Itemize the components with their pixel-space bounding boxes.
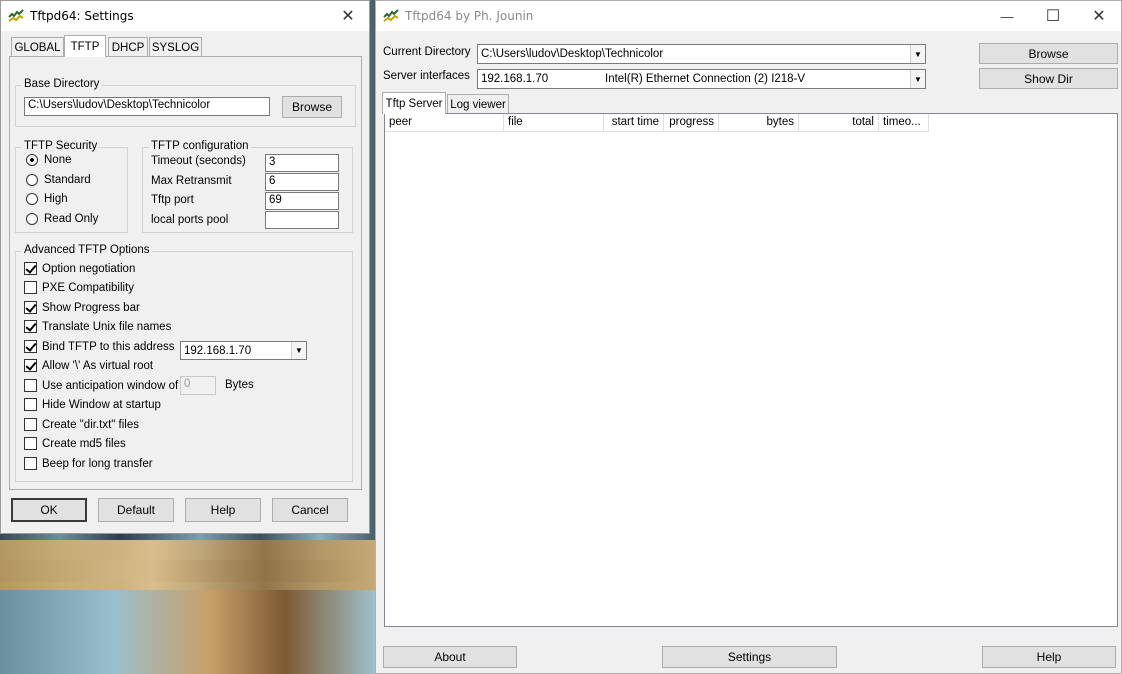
tftpd-app-icon	[8, 9, 24, 22]
main-window: Tftpd64 by Ph. Jounin — ☐ ✕ Current Dire…	[375, 0, 1122, 674]
local-ports-pool-input[interactable]	[265, 211, 339, 229]
main-help-button[interactable]: Help	[982, 646, 1116, 668]
checkbox-icon	[24, 340, 37, 353]
show-dir-button[interactable]: Show Dir	[979, 68, 1118, 89]
tab-global[interactable]: GLOBAL	[11, 37, 64, 57]
radio-icon	[26, 213, 38, 225]
column-total[interactable]: total	[799, 114, 879, 132]
transfers-list-header: peer file start time progress bytes tota…	[385, 114, 929, 132]
server-interfaces-select[interactable]: 192.168.1.70 Intel(R) Ethernet Connectio…	[477, 69, 926, 89]
tftp-tab-panel: Base Directory C:\Users\ludov\Desktop\Te…	[9, 56, 362, 490]
main-browse-button[interactable]: Browse	[979, 43, 1118, 64]
main-window-title: Tftpd64 by Ph. Jounin	[405, 9, 534, 23]
create-dir-txt-checkbox[interactable]: Create "dir.txt" files	[24, 418, 139, 431]
settings-window: Tftpd64: Settings ✕ GLOBAL TFTP DHCP SYS…	[0, 0, 370, 534]
tab-log-viewer[interactable]: Log viewer	[447, 94, 509, 114]
tftp-configuration-legend: TFTP configuration	[149, 140, 251, 152]
security-radio-none[interactable]: None	[26, 154, 72, 166]
about-button[interactable]: About	[383, 646, 517, 668]
ok-button[interactable]: OK	[11, 498, 87, 522]
tftp-security-legend: TFTP Security	[22, 140, 100, 152]
main-titlebar[interactable]: Tftpd64 by Ph. Jounin — ☐ ✕	[376, 1, 1121, 31]
column-bytes[interactable]: bytes	[719, 114, 799, 132]
anticipation-window-input[interactable]: 0	[180, 376, 216, 395]
security-radio-standard[interactable]: Standard	[26, 174, 91, 186]
chevron-down-icon[interactable]: ▼	[291, 342, 306, 359]
column-progress[interactable]: progress	[664, 114, 719, 132]
checkbox-icon	[24, 457, 37, 470]
security-radio-high[interactable]: High	[26, 193, 68, 205]
tftp-port-label: Tftp port	[151, 194, 194, 206]
tab-tftp[interactable]: TFTP	[64, 35, 106, 57]
column-file[interactable]: file	[504, 114, 604, 132]
close-icon: ✕	[341, 8, 355, 25]
base-directory-legend: Base Directory	[22, 78, 102, 90]
create-md5-checkbox[interactable]: Create md5 files	[24, 437, 126, 450]
tftpd-app-icon	[383, 9, 399, 22]
settings-close-button[interactable]: ✕	[325, 1, 371, 31]
tab-syslog[interactable]: SYSLOG	[149, 37, 202, 57]
tab-tftp-server[interactable]: Tftp Server	[382, 92, 446, 114]
anticipation-window-checkbox[interactable]: Use anticipation window of	[24, 379, 178, 392]
timeout-label: Timeout (seconds)	[151, 155, 246, 167]
checkbox-icon	[24, 359, 37, 372]
anticipation-unit-label: Bytes	[225, 379, 254, 391]
bind-tftp-address-checkbox[interactable]: Bind TFTP to this address	[24, 340, 175, 353]
radio-icon	[26, 154, 38, 166]
checkbox-icon	[24, 281, 37, 294]
checkbox-icon	[24, 320, 37, 333]
timeout-input[interactable]: 3	[265, 154, 339, 172]
chevron-down-icon[interactable]: ▼	[910, 45, 925, 63]
tab-dhcp[interactable]: DHCP	[108, 37, 148, 57]
minimize-button[interactable]: —	[984, 1, 1030, 31]
checkbox-icon	[24, 398, 37, 411]
main-close-button[interactable]: ✕	[1076, 1, 1122, 31]
hide-window-checkbox[interactable]: Hide Window at startup	[24, 398, 161, 411]
translate-unix-names-checkbox[interactable]: Translate Unix file names	[24, 320, 171, 333]
checkbox-icon	[24, 379, 37, 392]
close-icon: ✕	[1092, 8, 1106, 25]
current-directory-select[interactable]: C:\Users\ludov\Desktop\Technicolor ▼	[477, 44, 926, 64]
maximize-icon: ☐	[1045, 8, 1061, 25]
current-directory-label: Current Directory	[383, 46, 471, 58]
pxe-compatibility-checkbox[interactable]: PXE Compatibility	[24, 281, 134, 294]
checkbox-icon	[24, 418, 37, 431]
checkbox-icon	[24, 437, 37, 450]
cancel-button[interactable]: Cancel	[272, 498, 348, 522]
advanced-options-legend: Advanced TFTP Options	[22, 244, 152, 256]
radio-icon	[26, 174, 38, 186]
allow-virtual-root-checkbox[interactable]: Allow '\' As virtual root	[24, 359, 153, 372]
minimize-icon: —	[1000, 8, 1014, 24]
settings-titlebar[interactable]: Tftpd64: Settings ✕	[1, 1, 369, 31]
local-ports-pool-label: local ports pool	[151, 214, 229, 226]
column-timeout[interactable]: timeo...	[879, 114, 929, 132]
base-directory-input[interactable]: C:\Users\ludov\Desktop\Technicolor	[24, 97, 270, 116]
default-button[interactable]: Default	[98, 498, 174, 522]
chevron-down-icon[interactable]: ▼	[910, 70, 925, 88]
checkbox-icon	[24, 262, 37, 275]
max-retransmit-input[interactable]: 6	[265, 173, 339, 191]
checkbox-icon	[24, 301, 37, 314]
option-negotiation-checkbox[interactable]: Option negotiation	[24, 262, 135, 275]
beep-long-transfer-checkbox[interactable]: Beep for long transfer	[24, 457, 153, 470]
server-interfaces-label: Server interfaces	[383, 70, 470, 82]
radio-icon	[26, 193, 38, 205]
column-start-time[interactable]: start time	[604, 114, 664, 132]
column-peer[interactable]: peer	[385, 114, 504, 132]
bind-address-select[interactable]: 192.168.1.70 ▼	[180, 341, 307, 360]
tftp-port-input[interactable]: 69	[265, 192, 339, 210]
max-retransmit-label: Max Retransmit	[151, 175, 232, 187]
maximize-button[interactable]: ☐	[1030, 1, 1076, 31]
transfers-list[interactable]: peer file start time progress bytes tota…	[384, 113, 1118, 627]
show-progress-bar-checkbox[interactable]: Show Progress bar	[24, 301, 140, 314]
security-radio-read-only[interactable]: Read Only	[26, 213, 98, 225]
main-settings-button[interactable]: Settings	[662, 646, 837, 668]
base-directory-browse-button[interactable]: Browse	[282, 96, 342, 118]
settings-window-title: Tftpd64: Settings	[30, 9, 134, 23]
help-button[interactable]: Help	[185, 498, 261, 522]
